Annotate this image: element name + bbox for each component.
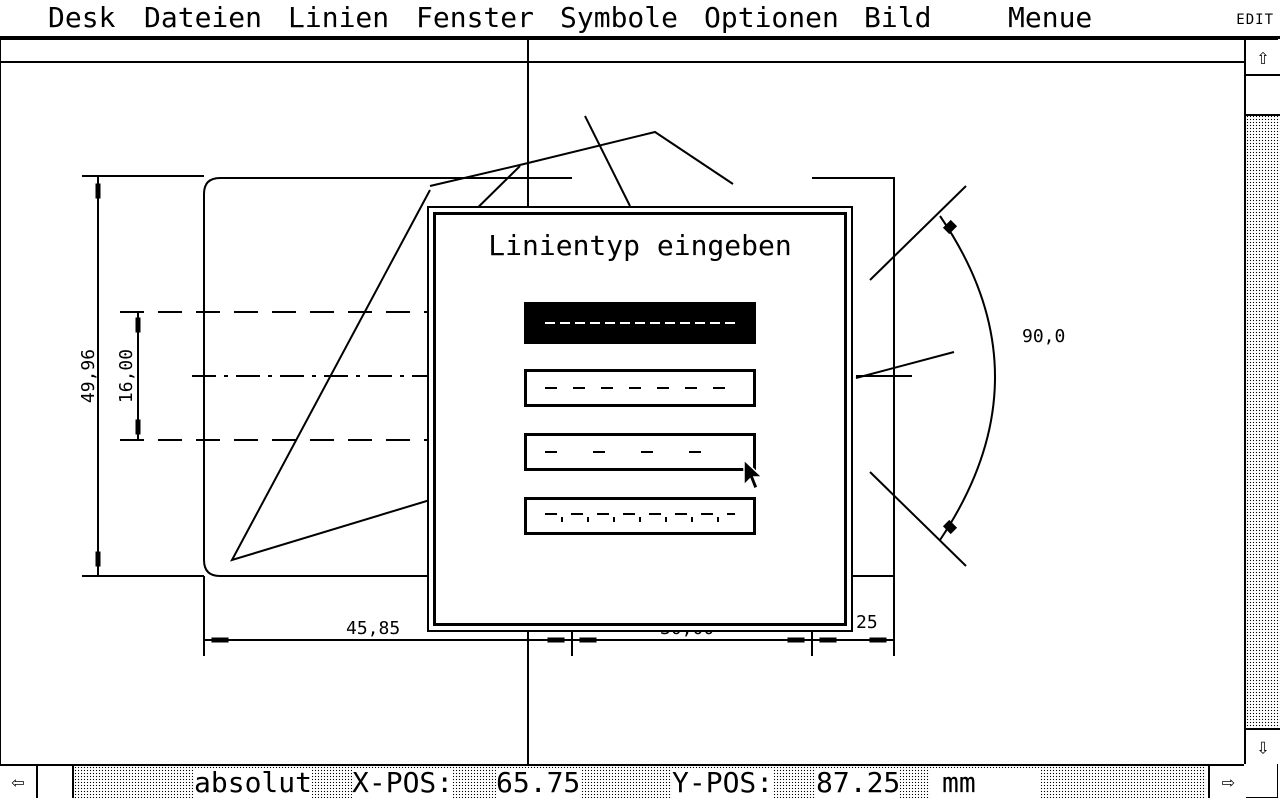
vertical-scroll-thumb[interactable] [1246, 76, 1280, 116]
dialog-frame: Linientyp eingeben [433, 212, 847, 626]
dim-text-width-right: 25 [856, 612, 878, 633]
diagonal-line [584, 115, 631, 207]
menu-fenster[interactable]: Fenster [416, 2, 534, 34]
linetype-option-dash-dot[interactable] [524, 497, 756, 535]
linetype-option-dashed[interactable] [524, 369, 756, 407]
menu-linien[interactable]: Linien [288, 2, 389, 34]
linetype-solid-preview [545, 322, 735, 324]
angle-arc [939, 215, 996, 541]
status-bar: ⇦ absolut X-POS: 65.75 Y-POS: 87.25 mm ⇨ [0, 764, 1246, 799]
x-pos-value: 65.75 [496, 766, 581, 799]
menu-optionen[interactable]: Optionen [704, 2, 839, 34]
coordinate-mode[interactable]: absolut [194, 768, 313, 798]
linetype-dialog: Linientyp eingeben [427, 206, 853, 632]
angle-leg-bottom [869, 471, 967, 567]
menu-dateien[interactable]: Dateien [144, 2, 262, 34]
dim-text-inner: 16,00 [116, 349, 137, 403]
menu-menue[interactable]: Menue [1008, 2, 1092, 34]
dim-text-width-left: 45,85 [346, 618, 400, 639]
y-pos-value: 87.25 [816, 766, 901, 799]
linetype-dashed-preview [545, 387, 735, 389]
vertical-scrollbar[interactable]: ⇧ ⇩ [1244, 40, 1280, 764]
menu-bar: Desk Dateien Linien Fenster Symbole Opti… [0, 0, 1280, 39]
scroll-up-icon[interactable]: ⇧ [1246, 40, 1280, 76]
scroll-down-icon[interactable]: ⇩ [1246, 728, 1280, 764]
y-pos-label: Y-POS: [672, 766, 774, 799]
linetype-dashed-sparse-preview [545, 451, 735, 453]
menu-desk[interactable]: Desk [48, 2, 115, 34]
menu-symbole[interactable]: Symbole [560, 2, 678, 34]
dialog-title: Linientyp eingeben [488, 229, 792, 262]
scroll-left-icon[interactable]: ⇦ [0, 766, 38, 798]
x-pos-label: X-POS: [352, 766, 454, 799]
linetype-option-solid[interactable] [524, 302, 756, 344]
mode-indicator: EDIT [1236, 12, 1274, 28]
dim-text-angle: 90,0 [1022, 326, 1065, 347]
vertical-scroll-track[interactable] [1246, 76, 1280, 728]
angle-ray [855, 351, 955, 379]
dim-text-height: 49,96 [78, 349, 99, 403]
linetype-option-dashed-sparse[interactable] [524, 433, 756, 471]
horizontal-scroll-thumb[interactable] [38, 766, 74, 798]
scroll-right-icon[interactable]: ⇨ [1208, 766, 1246, 798]
menu-bild[interactable]: Bild [864, 2, 931, 34]
linetype-dash-dot-preview [545, 513, 735, 522]
unit-label: mm [930, 768, 1040, 798]
